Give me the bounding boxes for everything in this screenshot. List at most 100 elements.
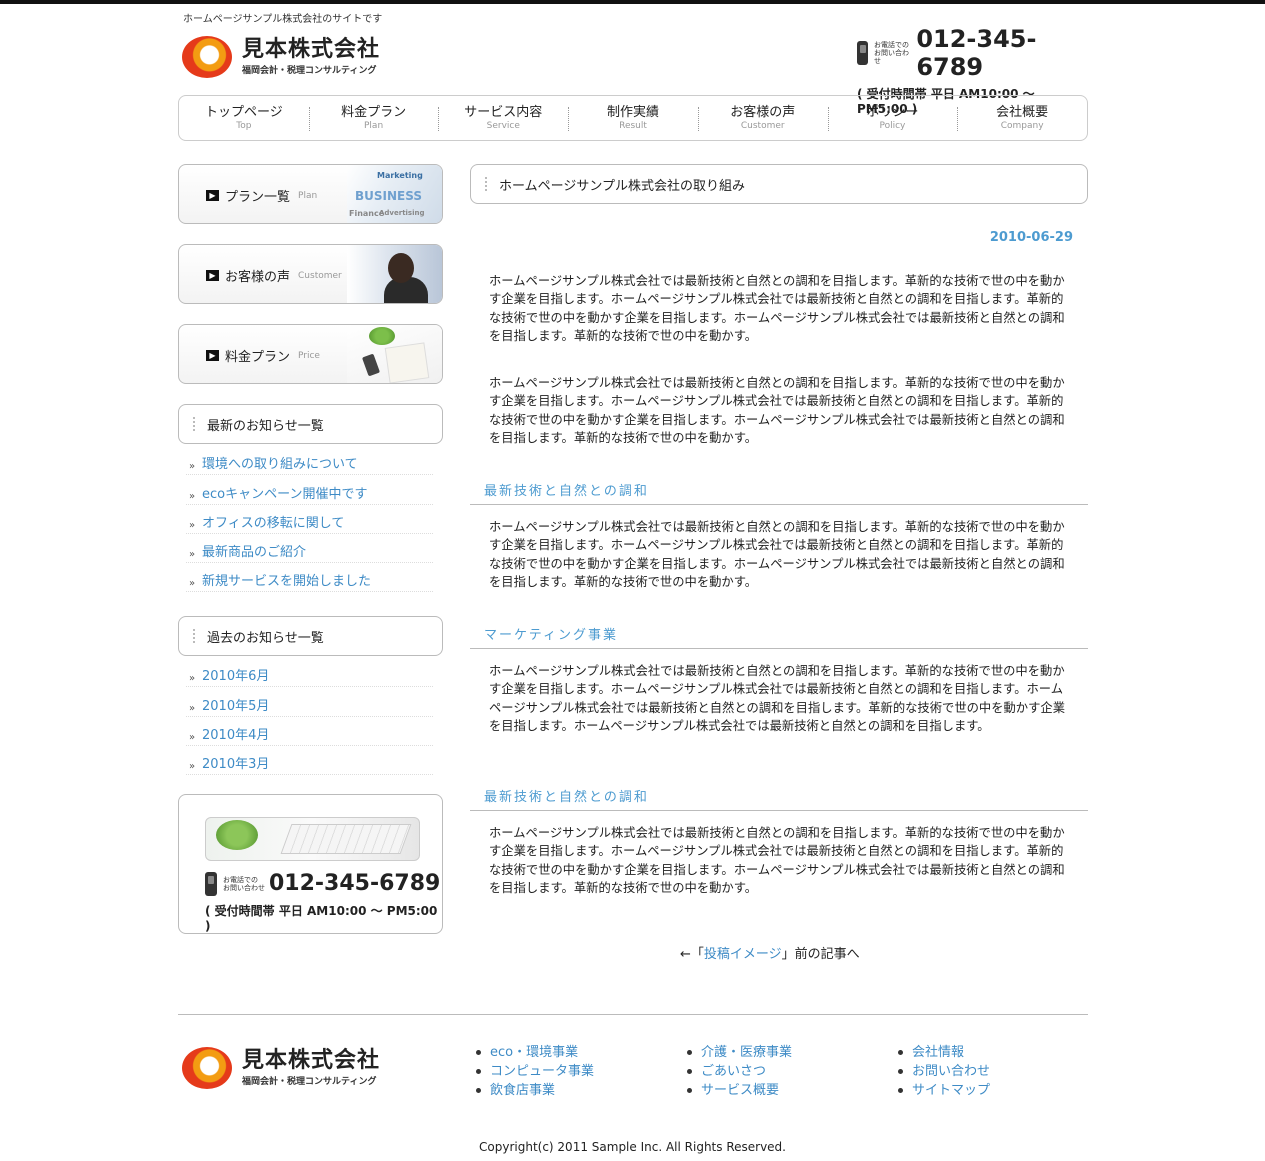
banner-plan-list[interactable]: ▶ プラン一覧 Plan Marketing BUSINESS Finance Ad… xyxy=(178,164,443,224)
nav-label: トップページ xyxy=(204,104,283,120)
bullet-icon xyxy=(898,1050,903,1055)
top-bar xyxy=(0,0,1265,4)
banner-price[interactable]: ▶ 料金プラン Price xyxy=(178,324,443,384)
nav-service[interactable]: サービス内容 Service xyxy=(438,105,568,132)
nav-company[interactable]: 会社概要 Company xyxy=(957,105,1087,132)
nav-label: 料金プラン xyxy=(341,104,407,120)
banner-customer[interactable]: ▶ お客様の声 Customer xyxy=(178,244,443,304)
mobile-phone-icon xyxy=(857,41,868,65)
footer-link[interactable]: 飲食店事業 xyxy=(490,1081,555,1100)
company-subtitle: 福岡会計・税理コンサルティング xyxy=(242,66,377,76)
news-link[interactable]: オフィスの移転に関して xyxy=(202,512,344,531)
list-item: 飲食店事業 xyxy=(476,1081,594,1100)
nav-result[interactable]: 制作実績 Result xyxy=(568,105,698,132)
list-item: eco・環境事業 xyxy=(476,1043,594,1062)
banner-sub: Plan xyxy=(298,190,318,201)
tel-label-line2: お問い合わせ xyxy=(873,49,909,65)
post-paragraph: ホームページサンプル株式会社では最新技術と自然との調和を目指します。革新的な技術… xyxy=(489,274,1065,343)
nav-label: ポリシー xyxy=(866,104,919,120)
footer-logo[interactable]: 見本株式会社 福岡会計・税理コンサルティング xyxy=(182,1047,380,1089)
archive-heading-label: 過去のお知らせ一覧 xyxy=(207,630,324,646)
post-title-box: ホームページサンプル株式会社の取り組み xyxy=(470,164,1088,204)
news-link[interactable]: 新規サービスを開始しました xyxy=(202,570,371,589)
post-paragraph: ホームページサンプル株式会社では最新技術と自然との調和を目指します。革新的な技術… xyxy=(489,376,1065,445)
bullet-icon xyxy=(898,1069,903,1074)
archive-list: » 2010年6月 » 2010年5月 » 2010年4月 » 2010年3月 xyxy=(186,658,433,776)
double-chevron-icon: » xyxy=(189,519,196,531)
office-desk-image xyxy=(205,817,420,861)
archive-heading: 過去のお知らせ一覧 xyxy=(178,616,443,656)
footer-link[interactable]: サービス概要 xyxy=(701,1081,779,1100)
news-link[interactable]: 環境への取り組みについて xyxy=(202,453,358,472)
nav-customer[interactable]: お客様の声 Customer xyxy=(697,105,828,132)
prev-post-link[interactable]: 投稿イメージ xyxy=(704,947,782,962)
footer-links-col2: 介護・医療事業 ごあいさつ サービス概要 xyxy=(687,1043,792,1100)
footer-link[interactable]: サイトマップ xyxy=(912,1081,990,1100)
banner-sub: Price xyxy=(298,350,320,361)
bullet-icon xyxy=(687,1050,692,1055)
tel-label-line1: お電話での xyxy=(223,875,258,884)
logo-mark-icon xyxy=(182,1047,232,1089)
news-link[interactable]: 最新商品のご紹介 xyxy=(202,541,306,560)
footer-link[interactable]: ごあいさつ xyxy=(701,1062,766,1081)
footer-link[interactable]: コンピュータ事業 xyxy=(490,1062,594,1081)
archive-link[interactable]: 2010年4月 xyxy=(202,724,269,743)
nav-sub: Service xyxy=(486,120,520,131)
news-list: » 環境への取り組みについて » ecoキャンペーン開催中です » オフィスの移転に関… xyxy=(186,446,433,593)
banner-label: お客様の声 xyxy=(225,270,291,285)
list-item: » 2010年6月 xyxy=(186,658,433,688)
archive-link[interactable]: 2010年3月 xyxy=(202,753,269,772)
arrow-right-icon: ▶ xyxy=(206,270,219,281)
prev-suffix: 」前の記事へ xyxy=(781,947,860,962)
list-item: お問い合わせ xyxy=(898,1062,990,1081)
archive-link[interactable]: 2010年6月 xyxy=(202,665,269,684)
bullet-icon xyxy=(898,1088,903,1093)
section-heading: マーケティング事業 xyxy=(470,624,1088,649)
banner-label: 料金プラン xyxy=(225,350,291,365)
nav-label: 会社概要 xyxy=(996,104,1049,120)
nav-sub: Policy xyxy=(879,120,906,131)
bullet-icon xyxy=(476,1069,481,1074)
desk-image xyxy=(347,325,442,383)
double-chevron-icon: » xyxy=(189,761,196,773)
nav-policy[interactable]: ポリシー Policy xyxy=(827,104,958,132)
tel-number: 012-345-6789 xyxy=(269,871,441,896)
list-item: ごあいさつ xyxy=(687,1062,792,1081)
double-chevron-icon: » xyxy=(189,673,196,685)
list-item: » 環境への取り組みについて xyxy=(186,446,433,476)
list-item: コンピュータ事業 xyxy=(476,1062,594,1081)
post-title: ホームページサンプル株式会社の取り組み xyxy=(499,178,745,194)
footer-link[interactable]: 会社情報 xyxy=(912,1043,964,1062)
prev-prefix: ←「 xyxy=(680,947,704,962)
image-word: Marketing xyxy=(377,171,423,180)
sidebar-contact-box: お電話での お問い合わせ 012-345-6789 ( 受付時間帯 平日 AM1… xyxy=(178,794,443,934)
list-item: » 新規サービスを開始しました xyxy=(186,563,433,593)
double-chevron-icon: » xyxy=(189,731,196,743)
image-word: Advertising xyxy=(379,209,425,217)
list-item: » 2010年3月 xyxy=(186,746,433,776)
footer-link[interactable]: 介護・医療事業 xyxy=(701,1043,792,1062)
bullet-icon xyxy=(476,1050,481,1055)
arrow-right-icon: ▶ xyxy=(206,350,219,361)
tel-label-line1: お電話での xyxy=(873,41,909,49)
bullet-icon xyxy=(476,1088,481,1093)
section-paragraph: ホームページサンプル株式会社では最新技術と自然との調和を目指します。革新的な技術… xyxy=(489,520,1065,589)
footer-link[interactable]: お問い合わせ xyxy=(912,1062,990,1081)
section-paragraph: ホームページサンプル株式会社では最新技術と自然との調和を目指します。革新的な技術… xyxy=(489,664,1065,733)
footer-links-col3: 会社情報 お問い合わせ サイトマップ xyxy=(898,1043,990,1100)
nav-label: サービス内容 xyxy=(464,104,543,120)
list-item: » 最新商品のご紹介 xyxy=(186,534,433,564)
nav-top[interactable]: トップページ Top xyxy=(179,105,309,132)
news-link[interactable]: ecoキャンペーン開催中です xyxy=(202,483,367,502)
nav-sub: Customer xyxy=(740,120,785,131)
archive-link[interactable]: 2010年5月 xyxy=(202,695,269,714)
footer-link[interactable]: eco・環境事業 xyxy=(490,1043,578,1062)
woman-image xyxy=(347,245,442,303)
post-date: 2010-06-29 xyxy=(989,230,1073,245)
business-image: Marketing BUSINESS Finance Advertising xyxy=(347,165,442,223)
header-logo[interactable]: 見本株式会社 福岡会計・税理コンサルティング xyxy=(182,36,380,78)
banner-sub: Customer xyxy=(298,270,342,281)
bullet-icon xyxy=(687,1088,692,1093)
arrow-right-icon: ▶ xyxy=(206,190,219,201)
nav-plan[interactable]: 料金プラン Plan xyxy=(308,104,439,132)
